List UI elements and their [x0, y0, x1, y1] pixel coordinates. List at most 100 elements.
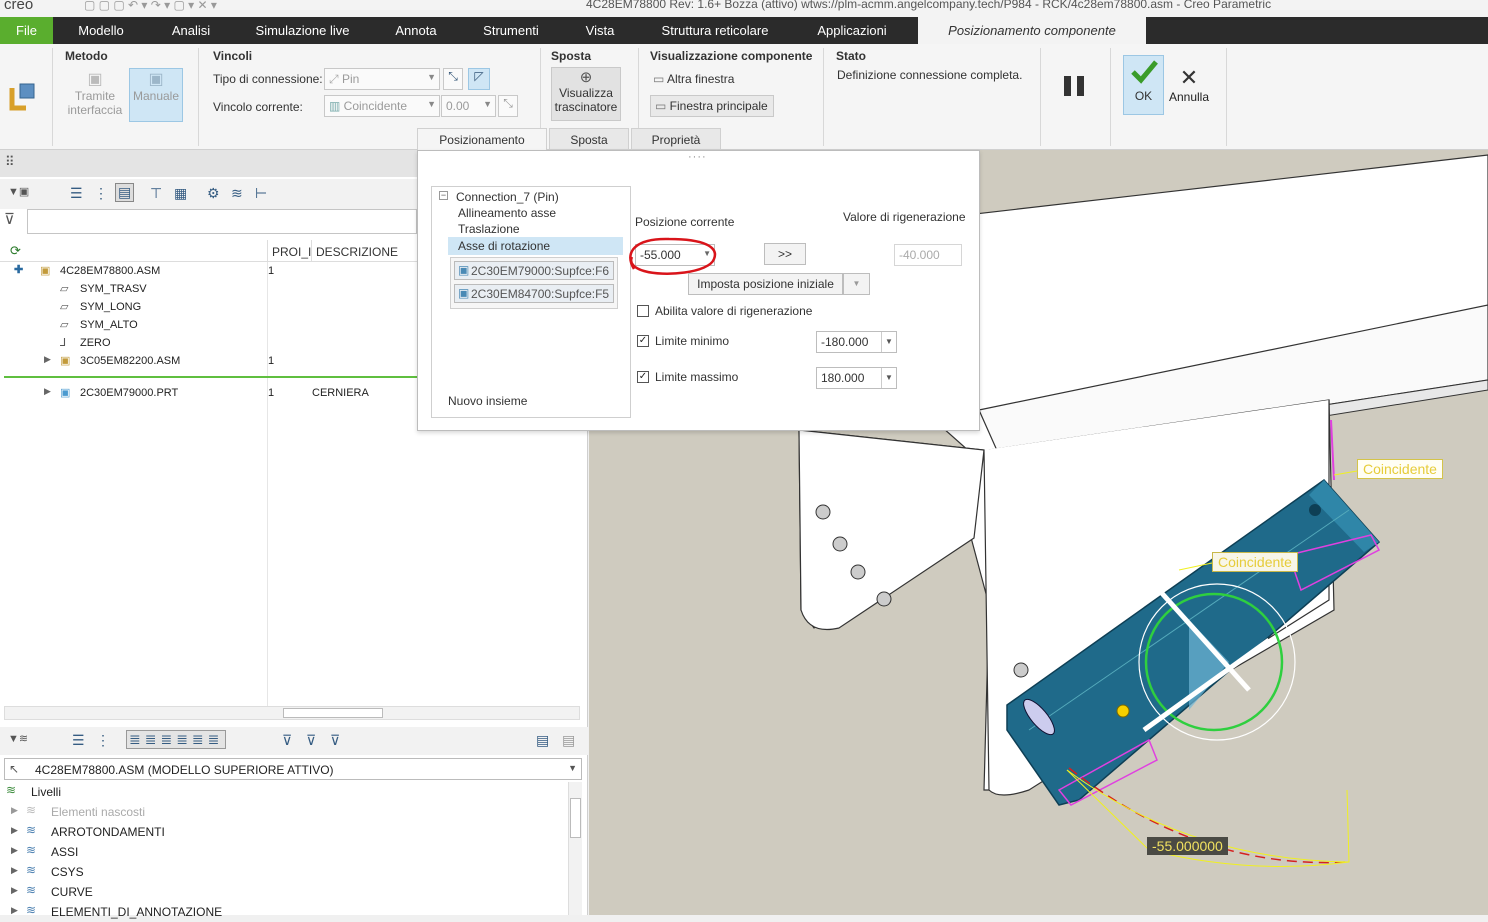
tree-row[interactable]: ▶ ▣ 3C05EM82200.ASM 1 — [0, 354, 417, 372]
settings-dropdown-icon[interactable]: ▼▣ — [8, 185, 29, 198]
limite-minimo-checkbox[interactable]: ✓ — [637, 335, 649, 347]
coincident-label[interactable]: Coincidente — [1212, 552, 1298, 572]
subtab-sposta[interactable]: Sposta — [549, 128, 629, 150]
altra-finestra-button[interactable]: ▭ Altra finestra — [653, 72, 734, 86]
scrollbar-thumb[interactable] — [570, 798, 581, 838]
tree-list-icon[interactable]: ☰ — [70, 185, 83, 202]
component-icon[interactable]: ⊢ — [255, 185, 267, 202]
layer-filter-clear-icon[interactable]: ⊽ — [306, 732, 316, 749]
tab-applicazioni[interactable]: Applicazioni — [806, 17, 898, 44]
chevron-down-icon[interactable]: ▼ — [881, 368, 896, 388]
layer-dropdown-icon[interactable]: ▼≋ — [8, 732, 28, 745]
layer-item[interactable]: ▶ ≋ CURVE — [0, 883, 560, 902]
layer-item[interactable]: ▶ ≋ ASSI — [0, 843, 560, 862]
limite-massimo-checkbox[interactable]: ✓ — [637, 371, 649, 383]
layer-root[interactable]: ≋ Livelli — [0, 783, 560, 802]
expand-icon[interactable]: ▶ — [11, 825, 18, 836]
tree-row[interactable]: ⅃ ZERO — [0, 336, 417, 354]
layer-save-icon[interactable]: ▤ — [536, 732, 549, 749]
valore-rigenerazione-input[interactable]: -40.000 — [894, 244, 962, 266]
abilita-checkbox[interactable] — [637, 305, 649, 317]
expand-icon[interactable]: ▶ — [44, 354, 51, 365]
gear-icon[interactable]: ⚙ — [207, 185, 220, 202]
tree-row[interactable]: ▱ SYM_TRASV — [0, 282, 417, 300]
layer-item[interactable]: ▶ ≋ ELEMENTI_DI_ANNOTAZIONE — [0, 903, 560, 922]
offset-input[interactable]: 0.00 ▼ — [441, 95, 496, 117]
connection-item[interactable]: Connection_7 (Pin) — [456, 190, 559, 204]
tab-strumenti[interactable]: Strumenti — [472, 17, 550, 44]
copy-value-button[interactable]: >> — [764, 243, 806, 265]
imposta-dropdown[interactable]: ▼ — [843, 273, 870, 295]
model-select[interactable]: ↖ 4C28EM78800.ASM (MODELLO SUPERIORE ATT… — [4, 758, 582, 780]
ok-button[interactable]: OK — [1123, 55, 1164, 115]
imposta-posizione-button[interactable]: Imposta posizione iniziale — [688, 273, 843, 295]
layer-tools-icon[interactable]: ≣≣≣≣≣≣ — [126, 730, 227, 749]
layer-filter-add-icon[interactable]: ⊽ — [330, 732, 340, 749]
tipo-connessione-select[interactable]: ⤢ Pin ▼ — [324, 68, 440, 90]
expand-icon[interactable]: ▶ — [44, 386, 51, 397]
tree-table-icon[interactable]: ▦ — [174, 185, 187, 202]
scrollbar-thumb[interactable] — [283, 708, 383, 718]
chevron-down-icon[interactable]: ▼ — [881, 332, 896, 352]
tree-row[interactable]: ▶ ▣ 2C30EM79000.PRT 1 CERNIERA — [0, 386, 417, 404]
vertical-scrollbar[interactable] — [568, 782, 582, 915]
pause-button[interactable] — [1062, 74, 1088, 98]
layer-item[interactable]: ▶ ≋ CSYS — [0, 863, 560, 882]
annulla-button[interactable]: ✕ Annulla — [1166, 66, 1212, 116]
tree-columns-icon[interactable]: ▤ — [115, 183, 135, 202]
visualizza-trascinatore-button[interactable]: ⊕ Visualizza trascinatore — [551, 67, 621, 121]
col-proi[interactable]: PROI_I — [272, 245, 311, 259]
expand-icon[interactable]: ▶ — [11, 865, 18, 876]
layer-expand-icon[interactable]: ⋮ — [96, 732, 110, 749]
flip-constraint-button[interactable]: ⤡ — [443, 68, 463, 90]
subtab-proprieta[interactable]: Proprietà — [631, 128, 721, 150]
tree-row[interactable]: ▱ SYM_ALTO — [0, 318, 417, 336]
nuovo-insieme-link[interactable]: Nuovo insieme — [448, 394, 527, 408]
layer-item[interactable]: ▶ ≋ ARROTONDAMENTI — [0, 823, 560, 842]
horizontal-scrollbar[interactable] — [4, 706, 580, 720]
constraint-asse-rotazione[interactable]: Asse di rotazione — [448, 237, 623, 255]
angle-label[interactable]: -55.000000 — [1147, 837, 1228, 855]
finestra-principale-button[interactable]: ▭ Finestra principale — [650, 95, 774, 117]
enable-constraint-button[interactable]: ◸ — [468, 68, 490, 90]
coincident-label[interactable]: Coincidente — [1357, 459, 1443, 479]
expand-icon[interactable]: ▶ — [11, 805, 18, 816]
layer-item[interactable]: ▶ ≋ Elementi nascosti — [0, 803, 560, 822]
tab-simulazione-live[interactable]: Simulazione live — [245, 17, 360, 44]
drag-handle[interactable]: ···· — [688, 151, 707, 163]
expand-icon[interactable]: ▶ — [11, 845, 18, 856]
expand-icon[interactable]: ▶ — [11, 885, 18, 896]
tree-filter-icon[interactable]: ⊤ — [150, 185, 162, 202]
layer-list-icon[interactable]: ☰ — [72, 732, 85, 749]
layer-info-icon[interactable]: ▤ — [562, 732, 575, 749]
vincolo-corrente-select[interactable]: ▥ Coincidente ▼ — [324, 95, 440, 117]
expand-icon[interactable]: ▶ — [11, 905, 18, 916]
col-descrizione[interactable]: DESCRIZIONE — [316, 245, 398, 259]
reference-item[interactable]: ▣ 2C30EM84700:Supfce:F5 — [454, 284, 614, 303]
quick-access-toolbar[interactable]: ▢ ▢ ▢ ↶ ▾ ↷ ▾ ▢ ▾ ✕ ▾ — [84, 0, 217, 12]
tab-struttura-reticolare[interactable]: Struttura reticolare — [650, 17, 780, 44]
tab-posizionamento-componente[interactable]: Posizionamento componente — [918, 17, 1146, 44]
tab-file[interactable]: File — [0, 17, 53, 44]
tab-modello[interactable]: Modello — [60, 17, 142, 44]
limite-minimo-input[interactable]: -180.000 ▼ — [816, 331, 897, 353]
regenerate-icon[interactable]: ⟳ — [10, 243, 21, 259]
tab-annota[interactable]: Annota — [385, 17, 447, 44]
tab-vista[interactable]: Vista — [572, 17, 628, 44]
model-tree-tab-icon[interactable]: ⠿ — [5, 154, 15, 170]
tab-analisi[interactable]: Analisi — [160, 17, 222, 44]
layers-icon[interactable]: ≋ — [231, 185, 243, 202]
tree-row[interactable]: ▱ SYM_LONG — [0, 300, 417, 318]
tree-row[interactable]: ✚ ▣ 4C28EM78800.ASM 1 — [0, 264, 417, 282]
limite-massimo-input[interactable]: 180.000 ▼ — [816, 367, 897, 389]
layer-filter-icon[interactable]: ⊽ — [282, 732, 292, 749]
search-input[interactable] — [27, 209, 417, 234]
constraint-traslazione[interactable]: Traslazione — [458, 222, 520, 236]
constraint-allineamento[interactable]: Allineamento asse — [458, 206, 556, 220]
subtab-posizionamento[interactable]: Posizionamento — [417, 128, 547, 150]
collapse-icon[interactable]: − — [439, 191, 448, 200]
flip-offset-button[interactable]: ⤡ — [498, 95, 518, 117]
reference-item[interactable]: ▣ 2C30EM79000:Supfce:F6 — [454, 261, 614, 280]
manuale-button[interactable]: ▣ Manuale — [129, 68, 183, 122]
tramite-interfaccia-button[interactable]: ▣ Tramite interfaccia — [63, 68, 127, 122]
